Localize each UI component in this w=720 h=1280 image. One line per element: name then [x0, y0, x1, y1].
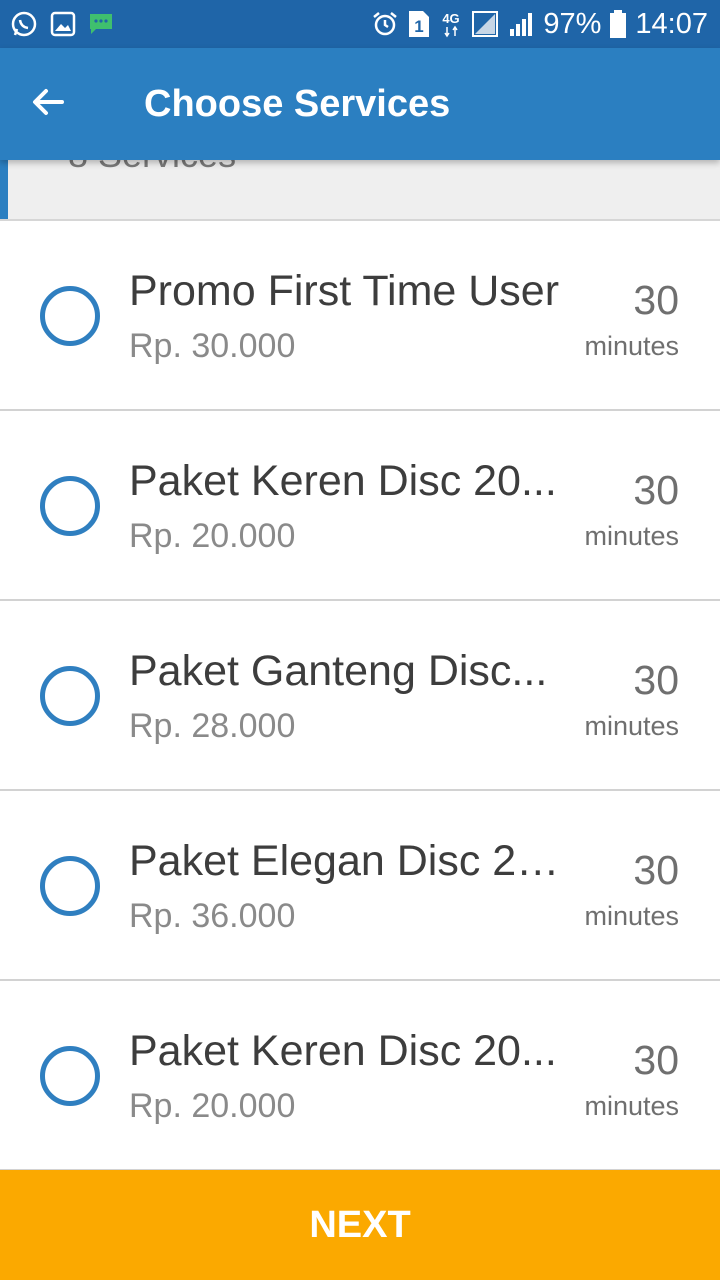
svg-text:1: 1	[415, 17, 424, 36]
sim-icon: 1	[407, 9, 431, 39]
service-name: Promo First Time User	[129, 267, 560, 315]
radio-button[interactable]	[40, 286, 100, 346]
service-name: Paket Keren Disc 20...	[129, 1027, 557, 1075]
radio-button[interactable]	[40, 1046, 100, 1106]
back-button[interactable]	[0, 48, 96, 160]
service-name: Paket Elegan Disc 20...	[129, 837, 574, 885]
service-duration-unit: minutes	[584, 331, 679, 361]
signal-sim1-icon	[471, 10, 499, 38]
service-item[interactable]: Paket Keren Disc 20... Rp. 20.000 30 min…	[0, 411, 720, 601]
chat-icon	[88, 11, 114, 37]
battery-percent: 97%	[543, 7, 602, 40]
svg-text:4G: 4G	[443, 11, 460, 26]
service-item[interactable]: Paket Keren Disc 20... Rp. 20.000 30 min…	[0, 981, 720, 1171]
page-title: Choose Services	[144, 82, 451, 125]
service-name: Paket Ganteng Disc...	[129, 647, 548, 695]
signal-sim2-icon	[507, 10, 535, 38]
radio-button[interactable]	[40, 856, 100, 916]
service-duration: 30	[633, 657, 679, 703]
service-duration-unit: minutes	[584, 711, 679, 741]
service-name: Paket Keren Disc 20...	[129, 457, 557, 505]
service-duration: 30	[633, 847, 679, 893]
service-price: Rp. 30.000	[129, 327, 296, 365]
arrow-left-icon	[30, 84, 66, 125]
services-count: 8 Services	[68, 160, 236, 176]
service-duration: 30	[633, 467, 679, 513]
service-item[interactable]: Paket Elegan Disc 20... Rp. 36.000 30 mi…	[0, 791, 720, 981]
service-duration: 30	[633, 277, 679, 323]
next-button[interactable]: NEXT	[0, 1170, 720, 1280]
service-duration: 30	[633, 1037, 679, 1083]
service-price: Rp. 36.000	[129, 897, 296, 935]
service-duration-unit: minutes	[584, 521, 679, 551]
accent-bar	[0, 160, 8, 219]
status-bar: 1 4G 97% 14:07	[0, 0, 720, 48]
service-duration-unit: minutes	[584, 901, 679, 931]
service-item[interactable]: Paket Ganteng Disc... Rp. 28.000 30 minu…	[0, 601, 720, 791]
whatsapp-icon	[10, 10, 38, 38]
radio-button[interactable]	[40, 666, 100, 726]
radio-button[interactable]	[40, 476, 100, 536]
network-type-icon: 4G	[439, 9, 463, 39]
next-button-label: NEXT	[309, 1203, 411, 1246]
gallery-icon	[50, 11, 76, 37]
service-duration-unit: minutes	[584, 1091, 679, 1121]
service-price: Rp. 20.000	[129, 517, 296, 555]
service-price: Rp. 28.000	[129, 707, 296, 745]
service-list: Promo First Time User Rp. 30.000 30 minu…	[0, 221, 720, 1171]
alarm-icon	[371, 10, 399, 38]
services-count-header: 8 Services	[0, 160, 720, 221]
app-bar: Choose Services	[0, 48, 720, 160]
service-item[interactable]: Promo First Time User Rp. 30.000 30 minu…	[0, 221, 720, 411]
battery-icon	[609, 9, 627, 39]
clock: 14:07	[635, 7, 708, 40]
service-price: Rp. 20.000	[129, 1087, 296, 1125]
